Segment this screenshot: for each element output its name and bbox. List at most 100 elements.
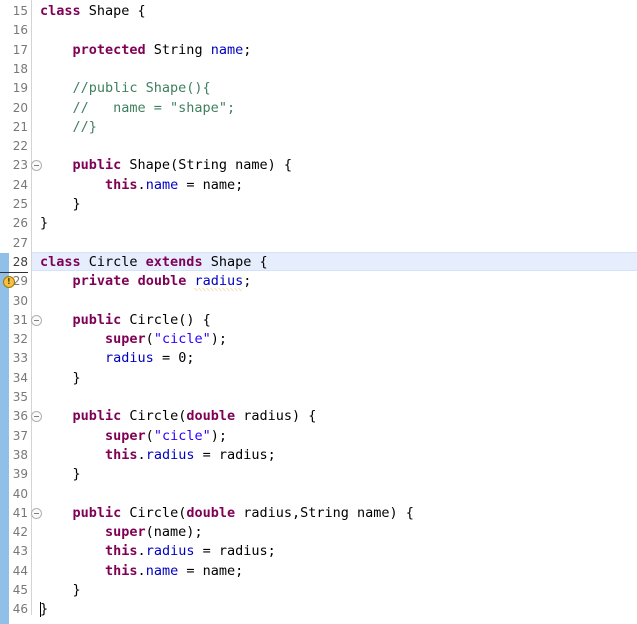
code-line[interactable]: } xyxy=(40,214,48,233)
line-number: 36 xyxy=(12,409,28,424)
line-number: 32 xyxy=(12,332,28,347)
line-number: 46 xyxy=(12,602,28,617)
code-line[interactable]: this.radius = radius; xyxy=(40,542,276,561)
code-token: ; xyxy=(243,41,252,58)
code-line[interactable]: this.name = name; xyxy=(40,176,243,195)
code-token: radius xyxy=(194,273,244,292)
code-line[interactable]: public Shape(String name) { xyxy=(40,156,292,175)
code-line[interactable]: //public Shape(){ xyxy=(40,79,211,98)
line-number: 19 xyxy=(12,81,28,96)
code-line[interactable] xyxy=(40,292,48,311)
code-token: //} xyxy=(72,118,97,135)
code-line[interactable] xyxy=(40,137,48,156)
line-number: 34 xyxy=(12,370,28,385)
code-line[interactable]: public Circle(double radius,String name)… xyxy=(40,504,414,523)
code-line[interactable]: this.radius = radius; xyxy=(40,446,276,465)
code-line[interactable]: // name = "shape"; xyxy=(40,99,236,118)
code-editor[interactable]: class Shape { protected String name; //p… xyxy=(0,0,637,624)
code-token: double xyxy=(186,504,236,521)
code-line[interactable]: super("cicle"); xyxy=(40,427,227,446)
code-line[interactable]: protected String name; xyxy=(40,41,252,60)
code-line[interactable]: super("cicle"); xyxy=(40,330,227,349)
code-token: Circle( xyxy=(121,408,187,425)
code-line[interactable]: this.name = name; xyxy=(40,562,243,581)
code-token: this xyxy=(105,562,138,579)
code-token: class xyxy=(40,253,81,270)
line-number: 42 xyxy=(12,525,28,540)
code-token: } xyxy=(40,582,81,598)
line-number: 25 xyxy=(12,197,28,211)
line-number: 33 xyxy=(12,351,28,366)
code-line[interactable]: class Circle extends Shape { xyxy=(40,253,268,272)
code-token: class xyxy=(40,3,81,19)
line-number: 38 xyxy=(12,447,28,462)
line-number: 35 xyxy=(12,390,28,404)
editor-code-area[interactable]: class Shape { protected String name; //p… xyxy=(0,0,637,617)
code-line[interactable]: } xyxy=(40,600,48,619)
code-token: radius xyxy=(105,350,154,367)
code-line[interactable] xyxy=(40,485,48,504)
code-token: (name); xyxy=(145,524,203,541)
code-line[interactable]: } xyxy=(40,369,81,388)
line-number: 16 xyxy=(12,23,28,38)
code-line[interactable]: } xyxy=(40,581,81,600)
code-line[interactable]: public Circle(double radius) { xyxy=(40,407,317,426)
code-line[interactable]: private double radius; xyxy=(40,272,252,292)
code-line[interactable] xyxy=(40,21,48,40)
code-token: name xyxy=(145,176,179,193)
code-token: public xyxy=(72,157,122,174)
code-token: name xyxy=(210,41,244,58)
code-token: = name; xyxy=(178,562,244,579)
fold-collapse-icon[interactable] xyxy=(31,314,42,326)
code-line[interactable]: //} xyxy=(40,118,97,137)
code-token: //public Shape(){ xyxy=(72,80,211,97)
line-number: 18 xyxy=(12,61,28,76)
code-line[interactable]: public Circle() { xyxy=(40,311,211,330)
code-token: name xyxy=(145,562,179,579)
code-token: ); xyxy=(210,427,227,444)
code-token: ); xyxy=(210,331,227,348)
code-line[interactable]: class Shape { xyxy=(40,2,146,21)
code-line[interactable]: radius = 0; xyxy=(40,349,194,368)
code-line[interactable] xyxy=(40,388,48,407)
code-line[interactable] xyxy=(40,234,48,253)
code-token: super xyxy=(105,331,146,348)
line-number: 17 xyxy=(12,42,28,57)
code-token: Shape { xyxy=(202,253,268,270)
line-number: 30 xyxy=(12,293,28,308)
code-token: . xyxy=(137,446,146,463)
code-token: double xyxy=(137,273,187,290)
code-line[interactable]: super(name); xyxy=(40,523,203,542)
code-token: ( xyxy=(145,427,154,444)
code-line[interactable]: } xyxy=(40,465,81,484)
code-token: . xyxy=(137,562,146,579)
code-token: = 0; xyxy=(153,350,195,367)
code-token: super xyxy=(105,427,146,444)
code-line[interactable]: } xyxy=(40,195,81,214)
editor-gutter[interactable]: 15 16 17 18 19 20 21 22 23 24 25 26 27 28 29 30 31 32 33 34… xyxy=(0,0,32,624)
code-token: "cicle" xyxy=(153,331,211,348)
code-line[interactable] xyxy=(40,60,48,79)
line-number: 45 xyxy=(12,583,28,597)
code-token: Circle() { xyxy=(121,311,211,328)
code-token: Circle xyxy=(80,253,146,270)
code-token: Shape { xyxy=(80,3,146,19)
code-token: Circle( xyxy=(121,504,187,521)
code-token: Shape(String name) { xyxy=(121,157,292,174)
line-number: 37 xyxy=(12,428,28,443)
fold-collapse-icon[interactable] xyxy=(31,507,42,519)
line-number: 41 xyxy=(12,505,28,520)
line-number: 40 xyxy=(12,486,28,501)
code-token: protected xyxy=(72,41,146,58)
code-token: ( xyxy=(145,331,154,348)
warning-icon[interactable]: ! xyxy=(2,275,16,289)
code-token: = name; xyxy=(178,176,244,193)
code-token: = radius; xyxy=(194,543,276,560)
code-token: ; xyxy=(243,273,252,290)
